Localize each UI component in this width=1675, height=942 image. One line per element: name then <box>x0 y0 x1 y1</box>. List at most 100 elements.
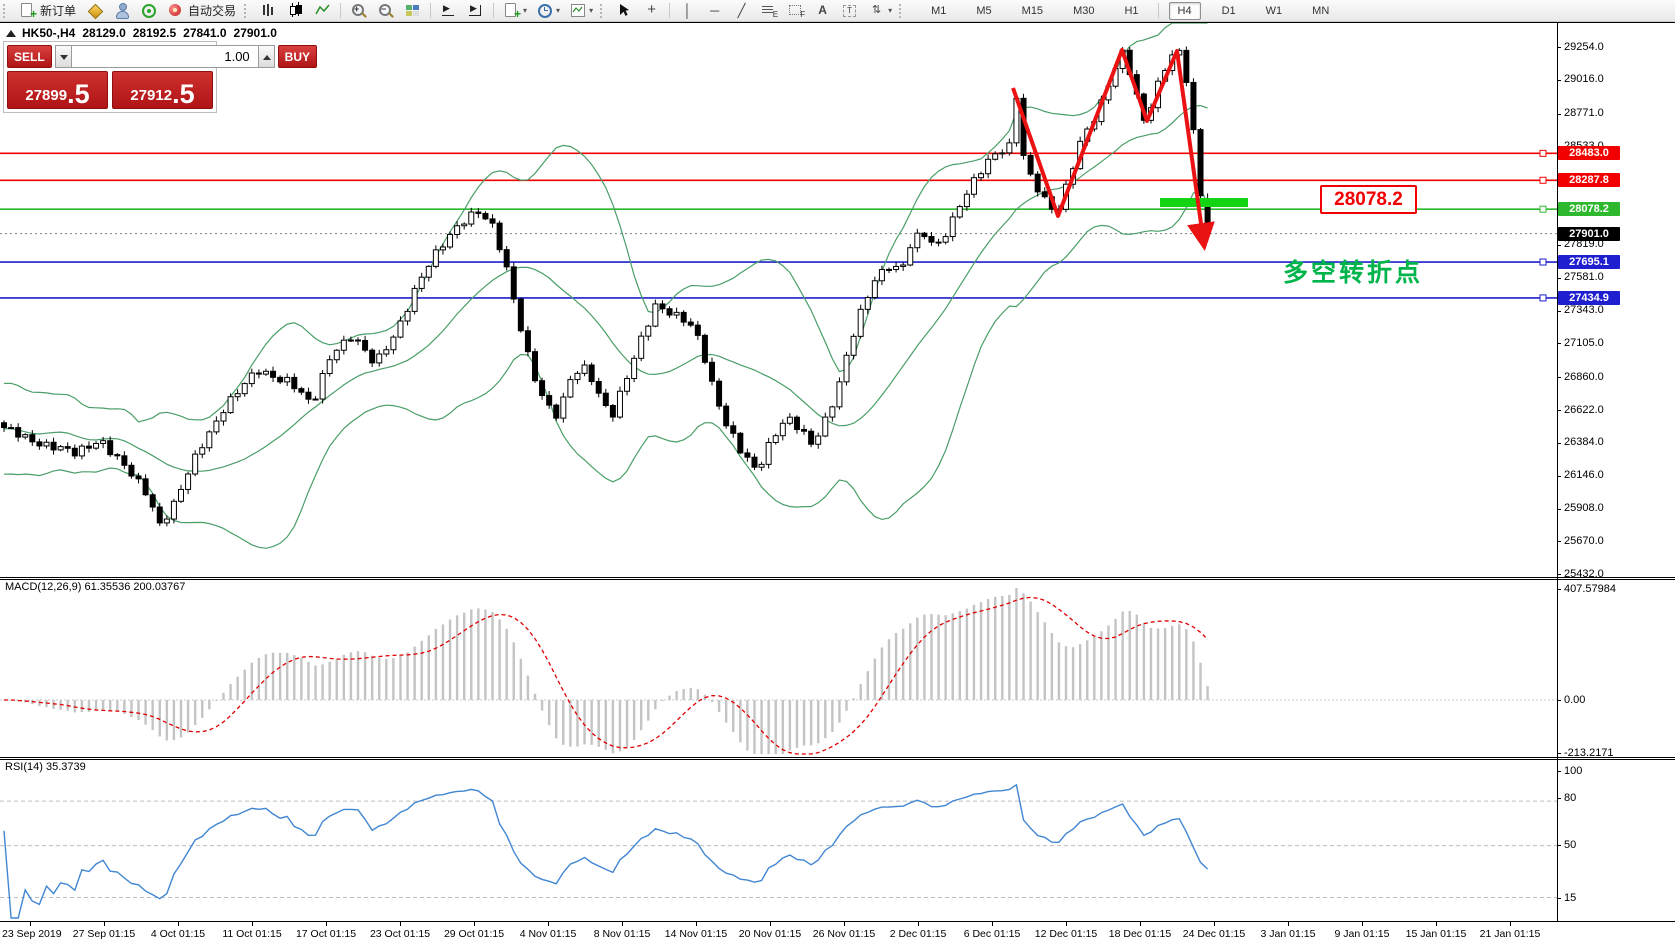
macd-histogram-bar <box>491 612 493 700</box>
price-axis-tick: 26860.0 <box>1564 371 1604 383</box>
macd-histogram-bar <box>484 609 486 700</box>
level-handle[interactable] <box>1540 206 1546 212</box>
price-flag-annotation[interactable]: 28078.2 <box>1320 185 1417 214</box>
one-click-trading-panel: SELL BUY 27899.5 27912.5 <box>3 41 217 113</box>
macd-histogram-bar <box>385 659 387 700</box>
candle-body <box>433 250 438 267</box>
vertical-line-button[interactable] <box>674 1 701 21</box>
candle-body <box>596 382 601 394</box>
rsi-panel-top-border[interactable] <box>0 759 1675 760</box>
candle-body <box>610 406 615 418</box>
macd-histogram-bar <box>767 700 769 754</box>
quotes-button[interactable] <box>81 1 108 21</box>
candle-body <box>603 393 608 405</box>
support-highlight-bar[interactable] <box>1160 198 1248 207</box>
sell-price-box[interactable]: 27899.5 <box>7 71 108 109</box>
toolbar-grip[interactable] <box>899 4 905 18</box>
macd-histogram-bar <box>236 677 238 700</box>
level-handle[interactable] <box>1540 150 1546 156</box>
cursor-button[interactable] <box>611 1 638 21</box>
periods-button[interactable]: ▾ <box>531 1 564 21</box>
macd-histogram-bar <box>944 615 946 700</box>
macd-histogram-bar <box>527 676 529 700</box>
candle-body <box>391 337 396 350</box>
time-axis-tick <box>1436 922 1437 926</box>
macd-histogram-bar <box>966 609 968 700</box>
text-button[interactable] <box>809 1 836 21</box>
timeframe-button-h1[interactable]: H1 <box>1115 2 1147 20</box>
candle-body <box>1184 50 1189 82</box>
bar-chart-button[interactable] <box>255 1 282 21</box>
trend-arrow-annotation[interactable] <box>1013 50 1204 245</box>
shift-chart-button[interactable]: ▶ <box>435 1 462 21</box>
timeframe-button-mn[interactable]: MN <box>1303 2 1338 20</box>
macd-histogram-bar <box>930 614 932 700</box>
horizontal-line-button[interactable] <box>701 1 728 21</box>
label-button[interactable]: T <box>836 1 863 21</box>
macd-histogram-bar <box>668 696 670 700</box>
templates-button[interactable]: ▾ <box>564 1 597 21</box>
channel-button[interactable]: F <box>782 1 809 21</box>
toolbar-grip[interactable] <box>244 4 250 18</box>
macd-histogram-bar <box>548 700 550 725</box>
macd-histogram-bar <box>867 671 869 700</box>
accounts-button[interactable] <box>108 1 135 21</box>
volume-up-button[interactable] <box>258 45 275 68</box>
macd-histogram-bar <box>803 700 805 746</box>
level-handle[interactable] <box>1540 295 1546 301</box>
turning-point-annotation[interactable]: 多空转折点 <box>1283 253 1423 289</box>
timeframe-button-h4[interactable]: H4 <box>1169 2 1201 20</box>
price-axis-badge: 28287.8 <box>1558 173 1620 187</box>
level-handle[interactable] <box>1540 259 1546 265</box>
line-chart-button[interactable] <box>309 1 336 21</box>
timeframe-button-m5[interactable]: M5 <box>967 2 1000 20</box>
sell-price-frac: .5 <box>67 82 90 106</box>
new-order-button[interactable]: + 新订单 <box>14 1 81 21</box>
collapse-trade-panel-icon[interactable] <box>6 30 16 37</box>
drawn-annotations[interactable] <box>1013 50 1248 245</box>
macd-histogram-bar <box>874 659 876 700</box>
volume-input[interactable] <box>72 45 258 68</box>
macd-panel-top-border[interactable] <box>0 579 1675 580</box>
candle-body <box>426 266 431 277</box>
timeframe-button-d1[interactable]: D1 <box>1213 2 1245 20</box>
candle-body <box>979 174 984 178</box>
chart-canvas[interactable] <box>0 0 1675 942</box>
volume-down-button[interactable] <box>55 45 72 68</box>
macd-panel-bottom-border <box>0 757 1675 758</box>
candle-body <box>525 331 530 352</box>
timeframe-button-m15[interactable]: M15 <box>1013 2 1052 20</box>
macd-histogram-bar <box>959 611 961 700</box>
buy-price-box[interactable]: 27912.5 <box>112 71 213 109</box>
toolbar-grip[interactable] <box>600 4 606 18</box>
level-handle[interactable] <box>1540 177 1546 183</box>
candlestick-chart-button[interactable] <box>282 1 309 21</box>
zoom-in-button[interactable]: + <box>345 1 372 21</box>
timeframe-button-m30[interactable]: M30 <box>1064 2 1103 20</box>
chevron-down-icon: ▾ <box>589 6 593 15</box>
toolbar-grip[interactable] <box>3 4 9 18</box>
macd-histogram-bar <box>159 700 161 736</box>
sell-button[interactable]: SELL <box>7 45 52 68</box>
tile-windows-button[interactable] <box>399 1 426 21</box>
macd-histogram-bar <box>1015 588 1017 700</box>
price-axis[interactable]: 29254.029016.028771.028533.028057.027819… <box>1557 22 1675 922</box>
shapes-button[interactable]: ▾ <box>863 1 896 21</box>
candle-body <box>143 479 148 495</box>
signals-button[interactable] <box>135 1 162 21</box>
shift-end-button[interactable]: ▶ <box>462 1 489 21</box>
auto-trading-button[interactable]: 自动交易 <box>162 1 241 21</box>
time-axis[interactable]: 23 Sep 201927 Sep 01:154 Oct 01:1511 Oct… <box>0 921 1675 942</box>
candle-body <box>787 417 792 423</box>
macd-histogram-bar <box>1086 640 1088 700</box>
buy-button[interactable]: BUY <box>278 45 317 68</box>
fibonacci-button[interactable]: E <box>755 1 782 21</box>
trendline-button[interactable] <box>728 1 755 21</box>
timeframe-button-w1[interactable]: W1 <box>1257 2 1292 20</box>
indicators-button[interactable]: +▾ <box>498 1 531 21</box>
zoom-out-button[interactable]: − <box>372 1 399 21</box>
rsi-axis-tick: 15 <box>1564 892 1576 904</box>
crosshair-button[interactable] <box>638 1 665 21</box>
timeframe-button-m1[interactable]: M1 <box>922 2 955 20</box>
candle-body <box>2 423 7 428</box>
